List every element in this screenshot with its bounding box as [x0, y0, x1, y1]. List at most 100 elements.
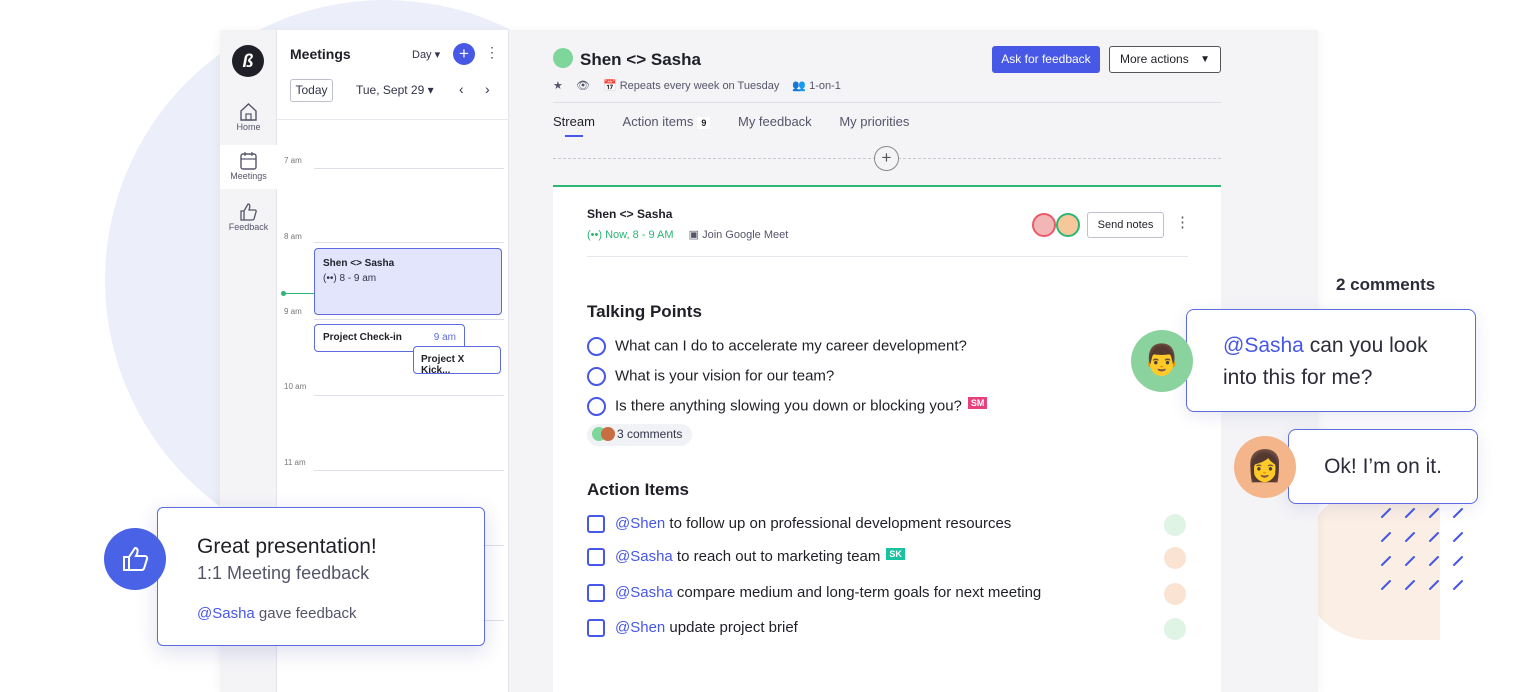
- talking-point-radio[interactable]: [587, 397, 606, 416]
- mention-link[interactable]: @Shen: [615, 619, 665, 636]
- event-time: 9 am: [433, 332, 456, 343]
- more-actions-dropdown[interactable]: More actions ▼: [1109, 46, 1221, 73]
- feedback-title: Great presentation!: [197, 535, 377, 558]
- date-picker[interactable]: Tue, Sept 29 ▾: [356, 83, 434, 97]
- current-time-line: [285, 293, 315, 294]
- hour-label: 10 am: [284, 382, 307, 391]
- decorative-dashes: [1381, 508, 1463, 590]
- mention-link[interactable]: @Sasha: [615, 548, 673, 565]
- ask-for-feedback-button[interactable]: Ask for feedback: [992, 46, 1100, 73]
- star-icon[interactable]: ★: [553, 80, 563, 92]
- hour-label: 8 am: [284, 232, 302, 241]
- add-section-button[interactable]: +: [874, 146, 899, 171]
- action-item: @Shen update project brief: [587, 619, 798, 638]
- action-item-checkbox[interactable]: [587, 584, 605, 603]
- hour-line: [314, 395, 504, 396]
- avatar: [601, 427, 615, 441]
- calendar-event-shen-sasha[interactable]: Shen <> Sasha (••) 8 - 9 am: [314, 248, 502, 315]
- action-item: @Shen to follow up on professional devel…: [587, 515, 1012, 534]
- avatar: [1056, 213, 1080, 237]
- mention-link[interactable]: @Sasha: [1223, 334, 1304, 357]
- thumbs-up-icon: [104, 528, 166, 590]
- hour-label: 11 am: [284, 458, 306, 467]
- event-time: (••) 8 - 9 am: [323, 273, 377, 284]
- add-meeting-button[interactable]: +: [453, 43, 475, 65]
- rail-item-home[interactable]: Home: [220, 96, 277, 140]
- action-items-heading: Action Items: [587, 480, 690, 499]
- comments-chip[interactable]: 3 comments: [587, 424, 693, 446]
- notes-title: Shen <> Sasha: [587, 207, 673, 221]
- view-select[interactable]: Day ▾: [412, 48, 440, 61]
- talking-point: What is your vision for our team?: [587, 367, 834, 386]
- action-item: @Sasha compare medium and long-term goal…: [587, 584, 1042, 603]
- user-tag: SM: [967, 397, 988, 409]
- eye-icon[interactable]: 👁: [576, 80, 590, 92]
- action-item-text: compare medium and long-term goals for n…: [672, 584, 1042, 601]
- talking-point-radio[interactable]: [587, 337, 606, 356]
- count-badge: 9: [697, 117, 711, 129]
- hour-label: 9 am: [284, 307, 302, 316]
- comments-count-heading: 2 comments: [1336, 275, 1436, 294]
- app-logo[interactable]: ß: [232, 45, 264, 77]
- replier-avatar: 👩: [1234, 436, 1296, 498]
- action-item-checkbox[interactable]: [587, 619, 605, 638]
- avatar: [1032, 213, 1056, 237]
- thumbs-up-icon: [123, 546, 149, 571]
- talking-point-radio[interactable]: [587, 367, 606, 386]
- send-notes-button[interactable]: Send notes: [1087, 212, 1164, 238]
- meeting-type: 👥 1-on-1: [792, 80, 841, 92]
- tab-label: Action items: [622, 114, 694, 129]
- tab-my-priorities[interactable]: My priorities: [839, 114, 909, 129]
- header-divider: [553, 102, 1221, 103]
- meeting-title: Shen <> Sasha: [580, 50, 701, 69]
- repeat-info: 📅 Repeats every week on Tuesday: [602, 80, 780, 92]
- reply-bubble: Ok! I’m on it.: [1288, 429, 1478, 504]
- action-item-checkbox[interactable]: [587, 548, 605, 567]
- today-button[interactable]: Today: [290, 79, 333, 102]
- action-item-text: to follow up on professional development…: [665, 515, 1012, 532]
- next-day-button[interactable]: ›: [485, 81, 490, 97]
- prev-day-button[interactable]: ‹: [459, 81, 464, 97]
- assignee-avatar: [1164, 514, 1186, 536]
- calendar-event-project-x[interactable]: Project X Kick...: [413, 346, 501, 376]
- action-item-checkbox[interactable]: [587, 515, 605, 534]
- mention-link[interactable]: @Sasha: [197, 605, 255, 622]
- tab-my-feedback[interactable]: My feedback: [738, 114, 812, 129]
- meeting-meta: ★ 👁 📅 Repeats every week on Tuesday 👥 1-…: [553, 79, 851, 92]
- talking-point: Is there anything slowing you down or bl…: [587, 397, 988, 416]
- calendar-divider: [277, 119, 509, 120]
- notes-divider: [587, 256, 1188, 257]
- notes-subtitle: (••) Now, 8 - 9 AM ▣ Join Google Meet: [587, 228, 788, 241]
- rail-label-meetings: Meetings: [230, 171, 267, 181]
- rail-item-feedback[interactable]: Feedback: [220, 196, 277, 240]
- hour-line: [314, 242, 504, 243]
- user-tag: SK: [886, 548, 905, 560]
- action-item-text: to reach out to marketing team: [672, 548, 881, 565]
- thumbs-up-icon: [240, 203, 257, 221]
- rail-item-meetings[interactable]: Meetings: [220, 145, 277, 189]
- feedback-author-text: gave feedback: [254, 605, 357, 622]
- tab-stream[interactable]: Stream: [553, 114, 595, 137]
- calendar-title: Meetings: [290, 46, 351, 62]
- calendar-icon: [240, 152, 257, 170]
- hour-label: 7 am: [284, 156, 302, 165]
- meeting-tabs: Stream Action items 9 My feedback My prio…: [553, 114, 933, 137]
- feedback-author: @Sasha gave feedback: [197, 605, 357, 622]
- comments-count: 3 comments: [617, 427, 683, 441]
- feedback-toast: Great presentation! 1:1 Meeting feedback…: [157, 507, 485, 646]
- assignee-avatar: [1164, 583, 1186, 605]
- notes-menu-icon[interactable]: ⋮: [1175, 213, 1190, 231]
- talking-points-heading: Talking Points: [587, 302, 702, 321]
- join-google-meet-link[interactable]: ▣ Join Google Meet: [689, 229, 789, 241]
- mention-link[interactable]: @Sasha: [615, 584, 673, 601]
- assignee-avatar: [1164, 618, 1186, 640]
- event-title: Project Check-in: [323, 332, 402, 343]
- calendar-menu-icon[interactable]: ⋮: [485, 44, 499, 61]
- talking-point-text: Is there anything slowing you down or bl…: [615, 397, 962, 415]
- rail-label-feedback: Feedback: [228, 222, 269, 232]
- tab-action-items[interactable]: Action items 9: [623, 114, 711, 129]
- mention-link[interactable]: @Shen: [615, 515, 665, 532]
- hour-line: [314, 319, 504, 320]
- assignee-avatar: [1164, 547, 1186, 569]
- rail-label-home: Home: [236, 122, 261, 132]
